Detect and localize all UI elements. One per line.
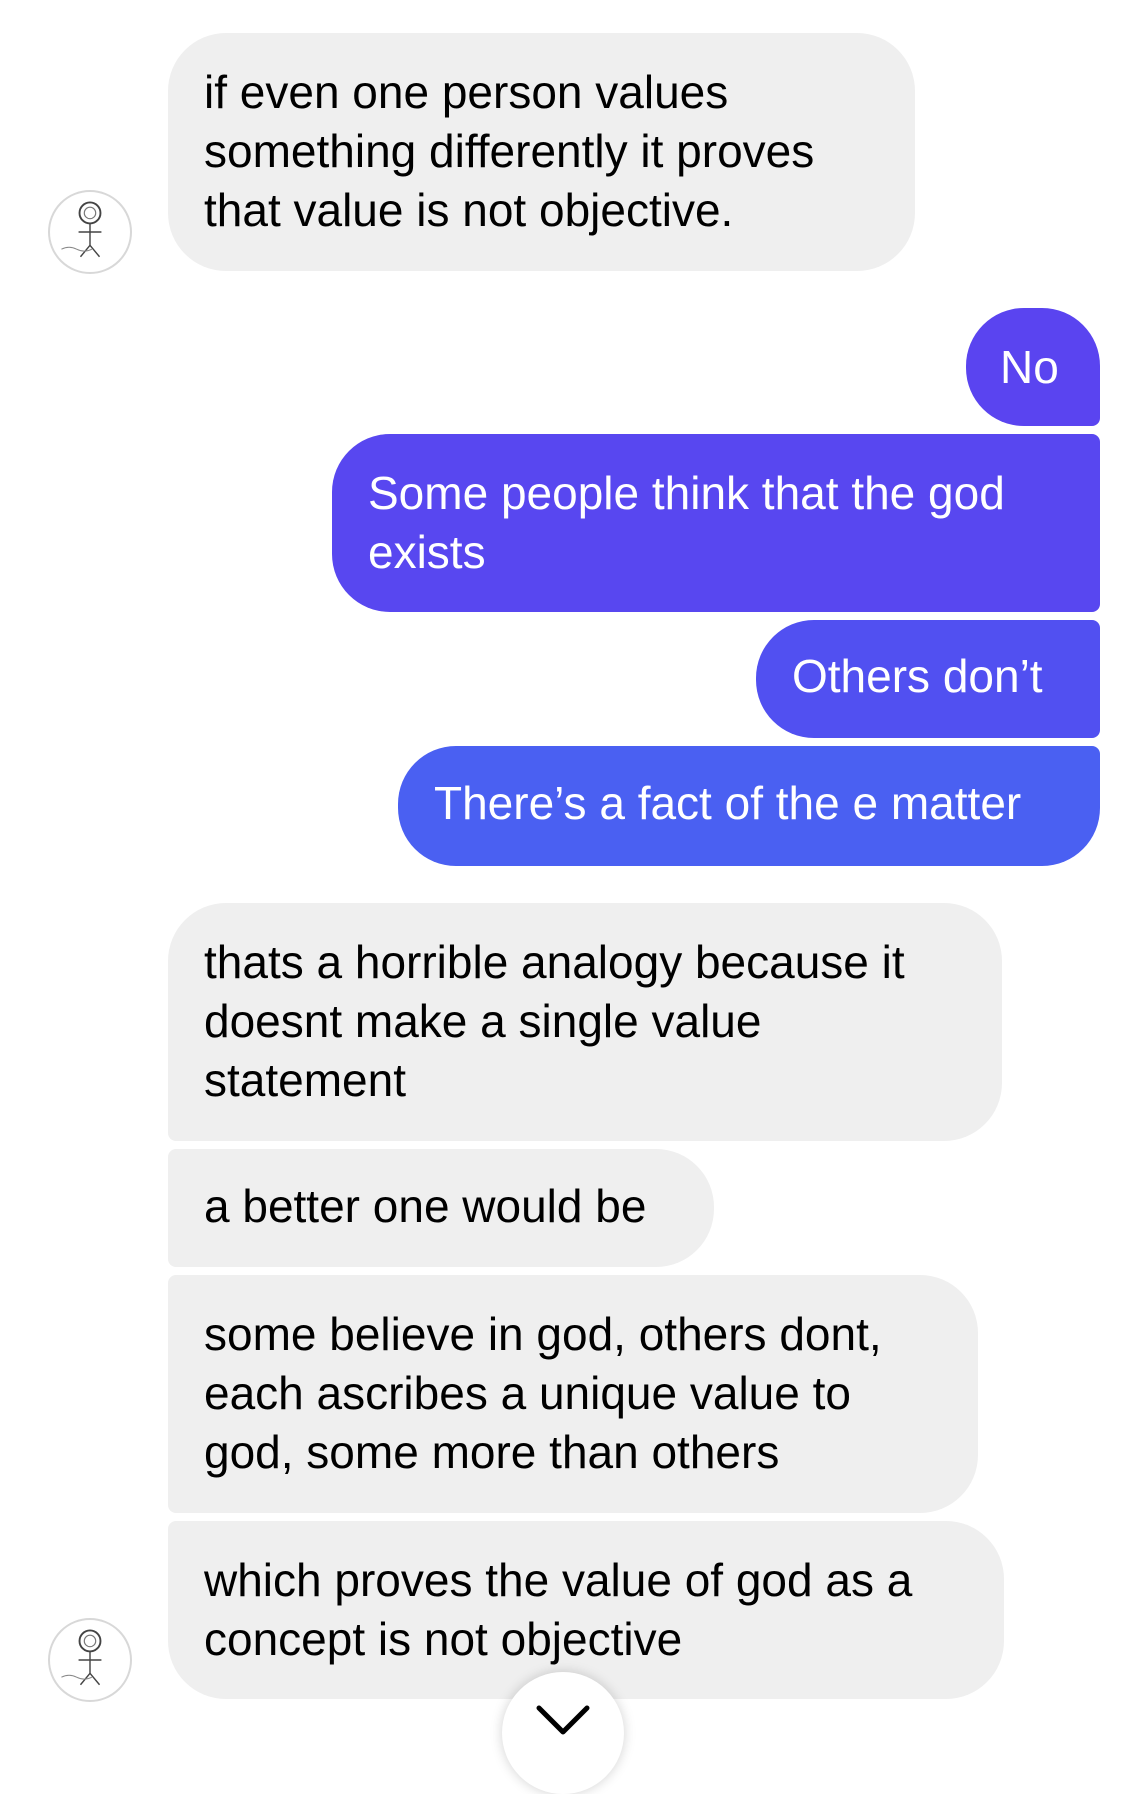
sender-avatar[interactable]: [48, 190, 132, 274]
message-text-line: some believe in god, others dont,: [204, 1308, 882, 1360]
message-text-line: thats a horrible analogy because it: [204, 936, 905, 988]
message-text-line: something differently it proves: [204, 125, 815, 177]
message-text-line: which proves the value of god as a: [204, 1554, 913, 1606]
incoming-message-bubble[interactable]: some believe in god, others dont, each a…: [168, 1275, 978, 1513]
message-text-line: god, some more than others: [204, 1426, 780, 1478]
incoming-message-bubble[interactable]: if even one person values something diff…: [168, 33, 915, 271]
outgoing-message-bubble[interactable]: Some people think that the god exists: [332, 434, 1100, 612]
sender-avatar[interactable]: [48, 1618, 132, 1702]
message-text-line: doesnt make a single value: [204, 995, 762, 1047]
message-text-line: exists: [368, 526, 486, 578]
message-text-line: concept is not objective: [204, 1613, 683, 1665]
outgoing-message-bubble[interactable]: Others don’t: [756, 620, 1100, 738]
message-text-line: Some people think that the god: [368, 467, 1005, 519]
message-text-line: statement: [204, 1054, 406, 1106]
message-text-line: a better one would be: [204, 1180, 647, 1232]
incoming-message-bubble[interactable]: which proves the value of god as a conce…: [168, 1521, 1004, 1699]
message-text-line: that value is not objective.: [204, 184, 734, 236]
message-text-line: Others don’t: [792, 650, 1043, 702]
scroll-to-bottom-button[interactable]: [502, 1672, 624, 1794]
chevron-down-icon: [536, 1705, 590, 1735]
incoming-message-bubble[interactable]: a better one would be: [168, 1149, 714, 1267]
outgoing-message-bubble[interactable]: No: [966, 308, 1100, 426]
stick-figure-avatar-icon: [61, 201, 102, 258]
message-text-line: each ascribes a unique value to: [204, 1367, 851, 1419]
message-text-line: There’s a fact of the e matter: [434, 777, 1022, 829]
outgoing-message-bubble[interactable]: There’s a fact of the e matter: [398, 746, 1100, 866]
message-text-line: if even one person values: [204, 66, 729, 118]
message-text-line: No: [1000, 341, 1059, 393]
stick-figure-avatar-icon: [61, 1629, 102, 1686]
incoming-message-bubble[interactable]: thats a horrible analogy because it does…: [168, 903, 1002, 1141]
